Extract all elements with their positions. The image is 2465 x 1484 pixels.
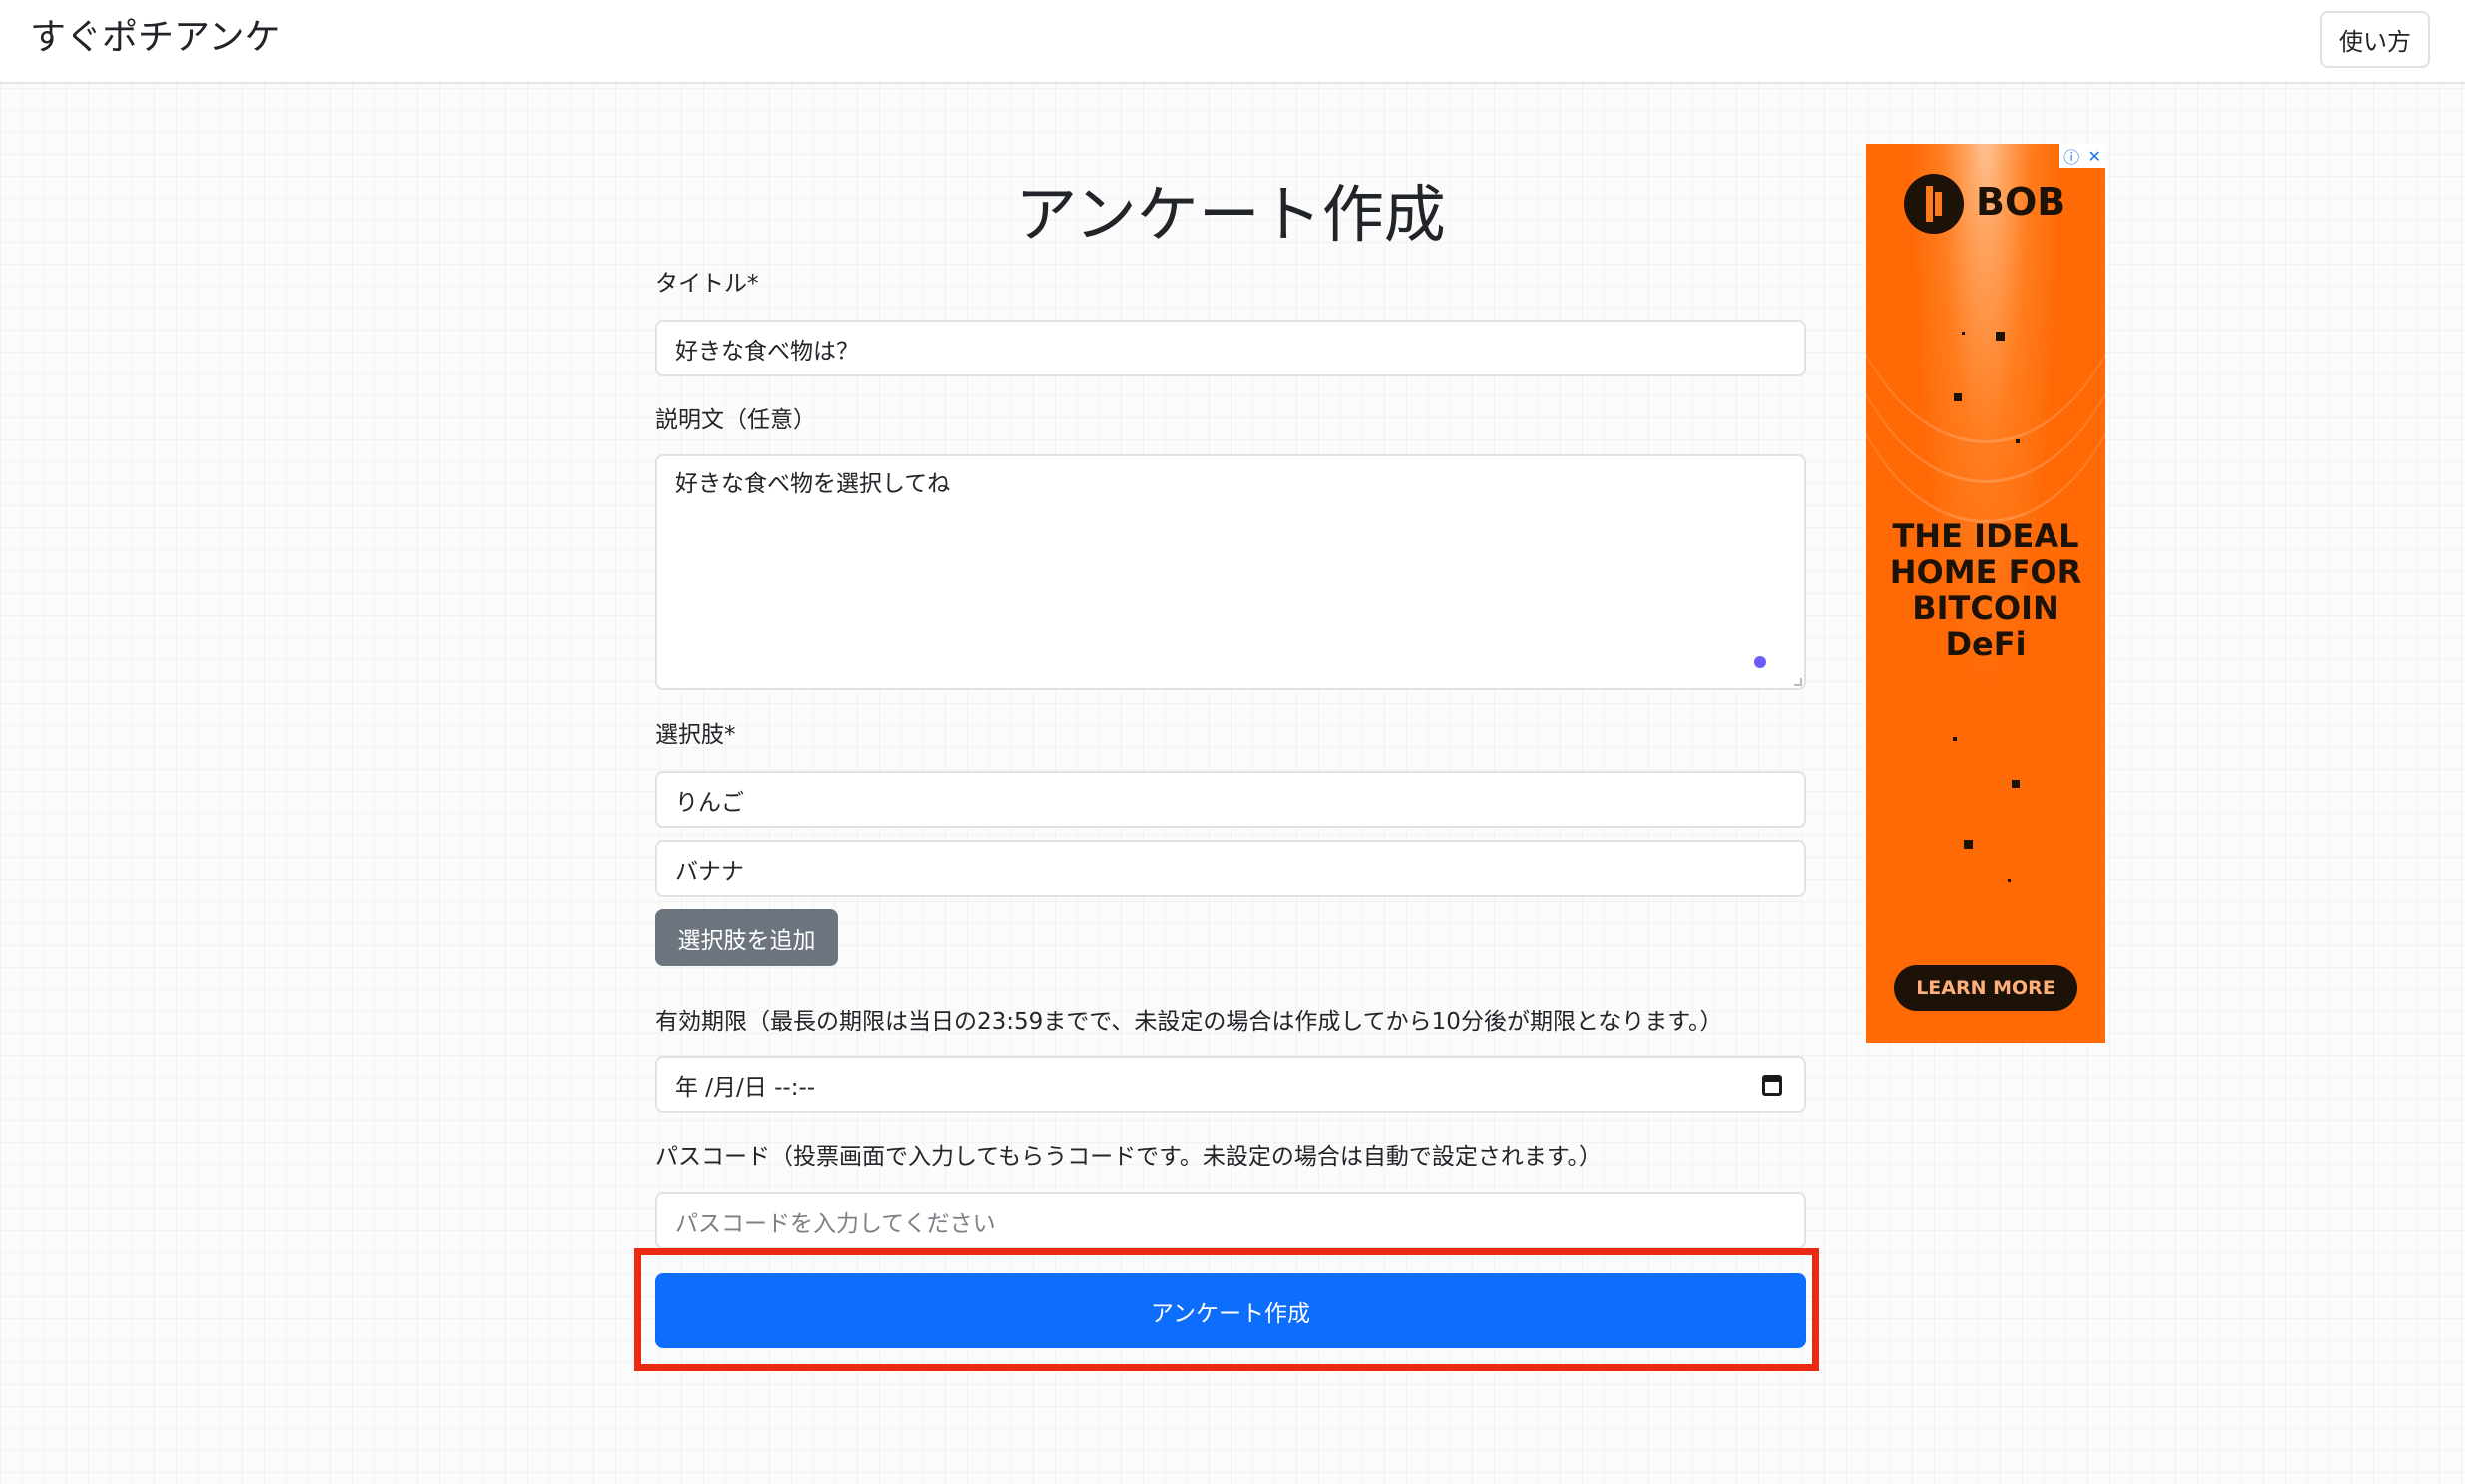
ad-dot (1954, 393, 1962, 401)
description-text: 好きな食べ物を選択してね (675, 471, 951, 497)
bob-logo-icon (1904, 174, 1964, 234)
ad-dot (2008, 879, 2011, 882)
title-input[interactable]: 好きな食べ物は？ (655, 320, 1806, 376)
brand-logo[interactable]: すぐポチアンケ (30, 14, 281, 62)
expiry-datetime-input[interactable]: 年 /月/日 --:-- (655, 1056, 1806, 1113)
ad-dot (2016, 439, 2020, 443)
expiry-value: 年 /月/日 --:-- (675, 1074, 816, 1101)
passcode-input[interactable]: パスコードを入力してください (655, 1192, 1806, 1249)
ad-controls: ⓘ ✕ (2059, 144, 2105, 168)
create-survey-button[interactable]: アンケート作成 (655, 1273, 1806, 1348)
choice-input-2[interactable]: バナナ (655, 840, 1806, 897)
choice-input-1[interactable]: りんご (655, 771, 1806, 828)
page-title: アンケート作成 (1015, 178, 1446, 251)
ad-brand: BOB (1976, 180, 2066, 224)
expiry-label: 有効期限（最長の期限は当日の23:59までで、未設定の場合は作成してから10分後… (655, 1009, 1723, 1035)
title-label: タイトル* (655, 271, 759, 297)
passcode-label: パスコード（投票画面で入力してもらうコードです。未設定の場合は自動で設定されます… (655, 1144, 1603, 1170)
ad-close-icon[interactable]: ✕ (2087, 147, 2100, 166)
ad-learn-more-button[interactable]: LEARN MORE (1894, 965, 2077, 1011)
ad-dot (1962, 332, 1965, 335)
advertisement-banner[interactable]: BOB THE IDEAL HOME FOR BITCOIN DeFi LEAR… (1866, 144, 2105, 1043)
ad-dot (1964, 840, 1973, 849)
choices-label: 選択肢* (655, 722, 736, 748)
howto-button[interactable]: 使い方 (2320, 11, 2430, 68)
resize-handle[interactable] (1794, 678, 1802, 686)
ad-dot (1953, 737, 1957, 741)
navbar: すぐポチアンケ 使い方 (0, 0, 2465, 84)
description-textarea[interactable]: 好きな食べ物を選択してね (655, 454, 1806, 690)
ad-dot (2012, 780, 2020, 788)
calendar-icon[interactable] (1762, 1075, 1782, 1096)
ad-dot (1996, 332, 2005, 341)
ad-headline: THE IDEAL HOME FOR BITCOIN DeFi (1889, 517, 2082, 663)
add-choice-button[interactable]: 選択肢を追加 (655, 909, 838, 966)
writing-assistant-icon[interactable] (1754, 656, 1766, 668)
description-label: 説明文（任意） (655, 407, 816, 433)
ad-info-icon[interactable]: ⓘ (2063, 144, 2079, 168)
